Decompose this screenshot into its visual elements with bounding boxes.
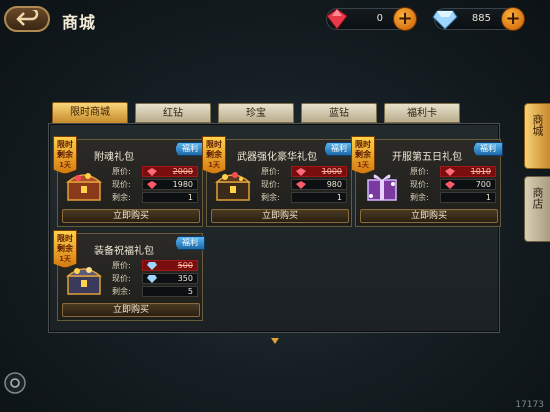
gift-pack-card: 限时 剩余 1天 武器强化豪华礼包 福利 原价: 1000 现价: 980 剩余: … [202,136,354,227]
watermark: 17173 [515,400,544,410]
back-button[interactable] [4,6,50,32]
tab-limited-shop[interactable]: 限时商城 [52,102,128,124]
side-tab-store[interactable]: 商店 [524,176,550,242]
gift-pack-card: 限时 剩余 1天 装备祝福礼包 福利 原价: 500 现价: 350 剩余: 5 立… [53,230,205,321]
red-gem-icon [147,168,157,176]
welfare-badge: 福利 [175,142,205,156]
red-gem-balance: 0 + [326,7,417,31]
add-red-gem-button[interactable]: + [393,7,417,31]
gift-pack-card: 限时 剩余 1天 开服第五日礼包 福利 原价: 1010 现价: 700 剩余: 1… [351,136,503,227]
current-price-row: 现价: 1980 [108,179,200,190]
add-blue-diamond-button[interactable]: + [501,7,525,31]
original-price-row: 原价: 500 [108,260,200,271]
red-gem-icon [296,181,306,189]
remaining-row: 剩余: 1 [257,192,349,203]
side-tab-mall[interactable]: 商城 [524,103,550,169]
buy-now-button[interactable]: 立即购买 [211,209,349,223]
blue-diamond-balance: 885 + [432,7,525,31]
gift-pack-name: 装备祝福礼包 [94,246,154,257]
top-bar: 商城 0 + 885 + [0,0,550,40]
welfare-badge: 福利 [175,236,205,250]
red-gem-icon [147,181,157,189]
gift-pack-name: 开服第五日礼包 [392,152,462,163]
gift-pack-name: 附魂礼包 [94,152,134,163]
original-price-row: 原价: 1010 [406,166,498,177]
remaining-row: 剩余: 5 [108,286,200,297]
red-gem-amount: 0 [376,13,383,24]
blue-diamond-amount: 885 [471,13,491,24]
scroll-down-icon[interactable] [271,338,279,344]
welfare-badge: 福利 [324,142,354,156]
blue-diamond-icon [147,262,157,270]
blue-diamond-icon [147,275,157,283]
red-gem-icon [445,168,455,176]
current-price-row: 现价: 350 [108,273,200,284]
page-title: 商城 [62,13,97,32]
buy-now-button[interactable]: 立即购买 [360,209,498,223]
side-tab-store-label: 商店 [531,187,544,209]
current-price-row: 现价: 980 [257,179,349,190]
remaining-row: 剩余: 1 [108,192,200,203]
treasure-chest-icon [66,267,102,295]
gift-box-icon [367,174,397,201]
side-tab-mall-label: 商城 [531,114,544,136]
gift-pack-card: 限时 剩余 1天 附魂礼包 福利 原价: 2000 现价: 1980 剩余: 1 立… [53,136,205,227]
welfare-badge: 福利 [473,142,503,156]
treasure-chest-icon [215,172,251,201]
red-gem-icon [296,168,306,176]
tab-welfare-card[interactable]: 福利卡 [384,103,460,123]
tab-red-diamond[interactable]: 红钻 [135,103,211,123]
buy-now-button[interactable]: 立即购买 [62,303,200,317]
gift-pack-name: 武器强化豪华礼包 [237,152,317,163]
red-gem-icon [445,181,455,189]
chat-icon[interactable] [4,372,26,394]
tab-blue-diamond[interactable]: 蓝钻 [301,103,377,123]
back-arrow-icon [16,10,39,26]
shop-panel: 限时 剩余 1天 附魂礼包 福利 原价: 2000 现价: 1980 剩余: 1 立… [48,123,503,333]
treasure-chest-icon [66,173,102,201]
tab-treasure[interactable]: 珍宝 [218,103,294,123]
original-price-row: 原价: 2000 [108,166,200,177]
buy-now-button[interactable]: 立即购买 [62,209,200,223]
remaining-row: 剩余: 1 [406,192,498,203]
current-price-row: 现价: 700 [406,179,498,190]
original-price-row: 原价: 1000 [257,166,349,177]
